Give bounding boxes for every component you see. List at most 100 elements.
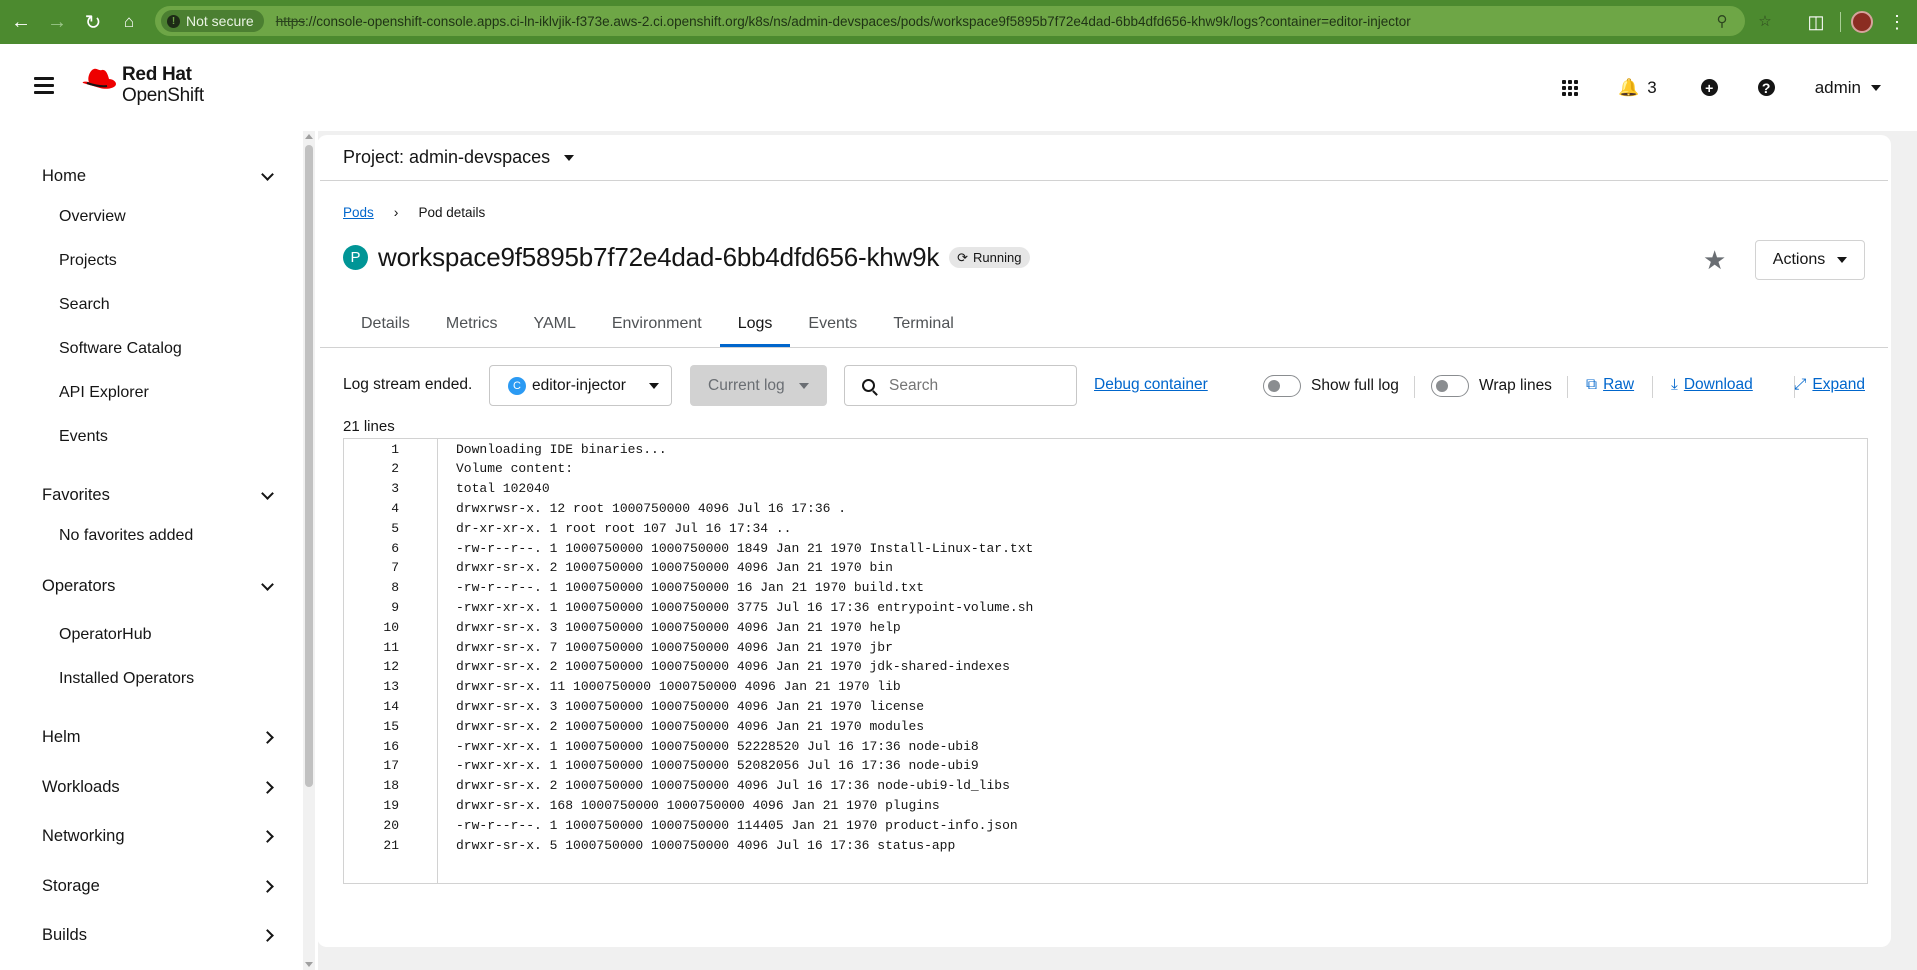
chevron-right-icon xyxy=(261,880,274,893)
log-line: 21 drwxr-sr-x. 5 1000750000 1000750000 40… xyxy=(344,835,1864,855)
tab-events[interactable]: Events xyxy=(790,301,875,347)
help-icon[interactable]: ? xyxy=(1757,79,1775,96)
tab-logs[interactable]: Logs xyxy=(719,301,791,347)
browser-toolbar: ← → ↻ ⌂ ! Not secure https://console-ope… xyxy=(0,0,1917,44)
app-launcher-icon[interactable] xyxy=(1562,79,1579,96)
tab-yaml[interactable]: YAML xyxy=(515,301,593,347)
zoom-icon[interactable]: ⚲ xyxy=(1710,9,1734,33)
log-type-select[interactable]: Current log xyxy=(690,365,827,406)
favorite-star-icon[interactable]: ★ xyxy=(1703,245,1726,276)
hamburger-menu-icon[interactable] xyxy=(34,77,54,97)
security-chip[interactable]: ! Not secure xyxy=(161,10,264,32)
log-line-text: drwxr-sr-x. 3 1000750000 1000750000 4096… xyxy=(456,698,925,714)
log-line-number: 15 xyxy=(383,718,399,734)
log-line-number: 2 xyxy=(391,461,399,477)
extensions-icon[interactable]: ◫ xyxy=(1802,8,1830,36)
log-line: 16 -rwxr-xr-x. 1 1000750000 1000750000 52… xyxy=(344,736,1864,756)
notifications-button[interactable]: 🔔 3 xyxy=(1618,78,1657,98)
container-select[interactable]: C editor-injector xyxy=(489,365,672,406)
toggle-switch[interactable] xyxy=(1263,375,1301,397)
nav-group-home[interactable]: Home xyxy=(42,167,274,186)
nav-group-workloads[interactable]: Workloads xyxy=(42,778,274,797)
toggle-switch[interactable] xyxy=(1431,375,1469,397)
expand-link[interactable]: ⤢ Expand xyxy=(1794,376,1865,394)
scroll-down-arrow-icon[interactable] xyxy=(305,962,313,967)
search-input[interactable] xyxy=(889,376,1049,395)
log-line: 17 -rwxr-xr-x. 1 1000750000 1000750000 52… xyxy=(344,756,1864,776)
nav-item-installed-operators[interactable]: Installed Operators xyxy=(59,670,194,688)
nav-item-operatorhub[interactable]: OperatorHub xyxy=(59,626,152,644)
download-link[interactable]: ⤓ Download xyxy=(1671,376,1753,394)
log-line: 13 drwxr-sr-x. 11 1000750000 1000750000 4… xyxy=(344,677,1864,697)
warning-icon: ! xyxy=(167,14,180,28)
address-bar[interactable]: ! Not secure https://console-openshift-c… xyxy=(155,6,1772,36)
log-viewer[interactable]: 1 Downloading IDE binaries... 2 Volume cont… xyxy=(343,438,1868,884)
log-line-text: drwxr-sr-x. 168 1000750000 1000750000 40… xyxy=(456,797,940,813)
nav-item-overview[interactable]: Overview xyxy=(59,208,126,226)
tab-details[interactable]: Details xyxy=(343,301,428,347)
breadcrumb-pods-link[interactable]: Pods xyxy=(343,205,374,220)
wrap-lines-toggle[interactable]: Wrap lines xyxy=(1431,375,1552,397)
nav-group-label: Helm xyxy=(42,728,81,746)
tab-terminal[interactable]: Terminal xyxy=(875,301,971,347)
bookmark-star-icon[interactable]: ☆ xyxy=(1753,9,1777,33)
log-line-text: drwxr-sr-x. 7 1000750000 1000750000 4096… xyxy=(456,639,893,655)
actions-dropdown[interactable]: Actions xyxy=(1755,240,1865,280)
nav-item-events[interactable]: Events xyxy=(59,428,108,446)
breadcrumb-current: Pod details xyxy=(418,204,486,220)
nav-group-storage[interactable]: Storage xyxy=(42,877,274,896)
nav-group-builds[interactable]: Builds xyxy=(42,926,274,945)
tab-environment[interactable]: Environment xyxy=(594,301,720,347)
sidebar-scrollbar[interactable] xyxy=(303,131,315,970)
show-full-log-toggle[interactable]: Show full log xyxy=(1263,375,1399,397)
external-window-icon: ⧉ xyxy=(1586,376,1598,393)
sidebar-nav: Home Overview Projects Search Software C… xyxy=(0,131,318,970)
reload-icon[interactable]: ↻ xyxy=(78,7,108,37)
scroll-up-arrow-icon[interactable] xyxy=(305,134,313,139)
actions-label: Actions xyxy=(1772,251,1826,268)
sync-icon: ⟳ xyxy=(957,249,969,265)
nav-group-operators[interactable]: Operators xyxy=(42,577,274,596)
log-line-number: 5 xyxy=(391,520,399,536)
log-line: 6 -rw-r--r--. 1 1000750000 1000750000 184… xyxy=(344,538,1864,558)
log-line-number: 16 xyxy=(383,738,399,754)
home-icon[interactable]: ⌂ xyxy=(114,7,144,37)
divider xyxy=(320,180,1888,181)
tab-metrics[interactable]: Metrics xyxy=(428,301,516,347)
user-menu[interactable]: admin xyxy=(1815,78,1881,98)
log-line-count: 21 lines xyxy=(343,418,395,435)
log-line: 2 Volume content: xyxy=(344,459,1864,479)
red-hat-fedora-icon xyxy=(82,68,116,89)
nav-item-api-explorer[interactable]: API Explorer xyxy=(59,384,149,402)
log-line-number: 21 xyxy=(383,837,399,853)
download-icon: ⤓ xyxy=(1671,376,1678,393)
scrollbar-thumb[interactable] xyxy=(305,145,313,787)
forward-arrow-icon[interactable]: → xyxy=(42,7,72,37)
log-line-text: -rw-r--r--. 1 1000750000 1000750000 16 J… xyxy=(456,580,925,596)
quick-create-icon[interactable]: + xyxy=(1700,79,1718,96)
log-line: 15 drwxr-sr-x. 2 1000750000 1000750000 40… xyxy=(344,716,1864,736)
profile-avatar[interactable] xyxy=(1851,11,1873,33)
nav-item-search[interactable]: Search xyxy=(59,296,110,314)
nav-group-networking[interactable]: Networking xyxy=(42,827,274,846)
log-search xyxy=(844,365,1077,406)
nav-group-favorites[interactable]: Favorites xyxy=(42,486,274,505)
log-line-number: 19 xyxy=(383,797,399,813)
raw-label: Raw xyxy=(1603,376,1635,393)
browser-menu-icon[interactable]: ⋮ xyxy=(1887,12,1907,33)
nav-item-projects[interactable]: Projects xyxy=(59,252,117,270)
log-line-number: 9 xyxy=(391,599,399,615)
toolbar-divider xyxy=(1414,376,1415,398)
project-selector[interactable]: Project: admin-devspaces xyxy=(343,147,575,168)
breadcrumb: Pods › Pod details xyxy=(343,204,485,220)
debug-container-link[interactable]: Debug container xyxy=(1094,376,1208,394)
container-badge: C xyxy=(508,376,526,395)
log-line-number: 12 xyxy=(383,659,399,675)
back-arrow-icon[interactable]: ← xyxy=(6,7,36,37)
nav-item-software-catalog[interactable]: Software Catalog xyxy=(59,340,182,358)
nav-group-label: Networking xyxy=(42,827,125,845)
raw-link[interactable]: ⧉ Raw xyxy=(1586,376,1634,394)
nav-group-helm[interactable]: Helm xyxy=(42,728,274,747)
chevron-down-icon xyxy=(261,167,274,181)
openshift-logo[interactable]: Red Hat OpenShift xyxy=(81,64,204,106)
